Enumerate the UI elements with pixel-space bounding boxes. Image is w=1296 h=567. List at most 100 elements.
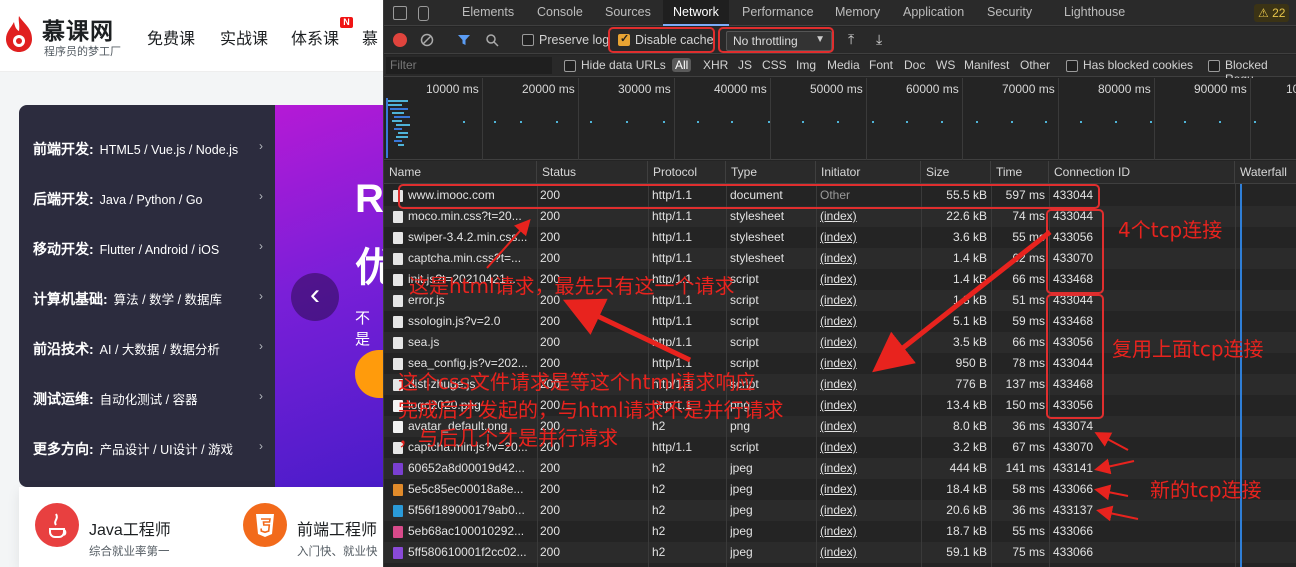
filter-type-manifest[interactable]: Manifest	[964, 58, 1009, 72]
filter-type-doc[interactable]: Doc	[904, 58, 925, 72]
filter-input[interactable]: Filter	[386, 57, 552, 74]
export-har-icon[interactable]: ⤓	[876, 31, 882, 48]
cell-initiator[interactable]: (index)	[820, 290, 916, 311]
tab-security[interactable]: Security	[977, 0, 1042, 26]
column-header-type[interactable]: Type	[726, 161, 816, 184]
nav-more[interactable]: 慕	[362, 25, 378, 49]
tab-console[interactable]: Console	[527, 0, 593, 26]
cell-initiator[interactable]: (index)	[820, 353, 916, 374]
preserve-log-label[interactable]: Preserve log	[539, 33, 609, 47]
filter-type-xhr[interactable]: XHR	[703, 58, 728, 72]
logo-flame-icon[interactable]	[2, 14, 36, 54]
annotation-reuse-tcp: 复用上面tcp连接	[1112, 337, 1264, 361]
cell-name[interactable]: 5e5c85ec00018a8e...	[408, 479, 534, 500]
category-backend[interactable]: 后端开发: Java / Python / Go ›	[33, 189, 263, 209]
category-more[interactable]: 更多方向: 产品设计 / UI设计 / 游戏 ›	[33, 439, 263, 459]
cell-name[interactable]: captcha.min.css?t=...	[408, 248, 534, 269]
column-header-waterfall[interactable]: Waterfall	[1235, 161, 1296, 184]
filter-type-css[interactable]: CSS	[762, 58, 787, 72]
tab-application[interactable]: Application	[893, 0, 974, 26]
record-icon[interactable]	[393, 33, 407, 47]
cell-initiator[interactable]: (index)	[820, 479, 916, 500]
filter-type-img[interactable]: Img	[796, 58, 816, 72]
category-testing-ops[interactable]: 测试运维: 自动化测试 / 容器 ›	[33, 389, 263, 409]
inspect-element-icon[interactable]	[393, 6, 407, 20]
tab-sources[interactable]: Sources	[595, 0, 661, 26]
cell-name[interactable]: 60652a8d00019d42...	[408, 458, 534, 479]
cell-name[interactable]: 5ff580610001f2cc02...	[408, 542, 534, 563]
filter-type-js[interactable]: JS	[738, 58, 752, 72]
blocked-requests-checkbox[interactable]	[1208, 60, 1220, 72]
table-row[interactable]: captcha.min.css?t=... 200 http/1.1 styleshe…	[384, 248, 1296, 269]
filter-type-font[interactable]: Font	[869, 58, 893, 72]
cell-name[interactable]: ssologin.js?v=2.0	[408, 311, 534, 332]
category-mobile[interactable]: 移动开发: Flutter / Android / iOS ›	[33, 239, 263, 259]
cell-name[interactable]: 5eb68ac100010292...	[408, 521, 534, 542]
filter-funnel-icon[interactable]	[457, 33, 471, 47]
column-header-name[interactable]: Name	[384, 161, 537, 184]
overview-dot	[976, 121, 978, 123]
cell-initiator[interactable]: (index)	[820, 437, 916, 458]
nav-free-courses[interactable]: 免费课	[147, 25, 195, 49]
column-header-initiator[interactable]: Initiator	[816, 161, 921, 184]
cell-initiator[interactable]: (index)	[820, 395, 916, 416]
search-icon[interactable]	[485, 33, 499, 47]
logo-text[interactable]: 慕课网	[42, 12, 114, 46]
cell-initiator[interactable]: (index)	[820, 374, 916, 395]
filter-type-media[interactable]: Media	[827, 58, 860, 72]
timeline-overview[interactable]: 10000 ms 20000 ms 30000 ms 40000 ms 5000…	[384, 78, 1296, 160]
cell-initiator[interactable]: (index)	[820, 206, 916, 227]
cell-name[interactable]: swiper-3.4.2.min.css...	[408, 227, 534, 248]
column-header-time[interactable]: Time	[991, 161, 1049, 184]
tab-elements[interactable]: Elements	[452, 0, 524, 26]
career-title-frontend[interactable]: 前端工程师	[297, 516, 377, 540]
filter-type-other[interactable]: Other	[1020, 58, 1050, 72]
column-header-status[interactable]: Status	[537, 161, 648, 184]
cell-initiator[interactable]: (index)	[820, 416, 916, 437]
filter-type-all[interactable]: All	[672, 58, 692, 72]
cell-initiator[interactable]: (index)	[820, 332, 916, 353]
cell-name[interactable]: moco.min.css?t=20...	[408, 206, 534, 227]
category-frontier[interactable]: 前沿技术: AI / 大数据 / 数据分析 ›	[33, 339, 263, 359]
cell-initiator[interactable]: (index)	[820, 269, 916, 290]
table-row[interactable]: 5f56f189000179ab0... 200 h2 jpeg (index) 20.6…	[384, 500, 1296, 521]
filter-type-ws[interactable]: WS	[936, 58, 955, 72]
clear-icon[interactable]	[420, 33, 434, 47]
table-row[interactable]: 5ff580610001f2cc02... 200 h2 jpeg (index) 59.…	[384, 542, 1296, 563]
nav-system-courses[interactable]: 体系课	[291, 25, 339, 49]
has-blocked-cookies-checkbox[interactable]	[1066, 60, 1078, 72]
warning-count-badge[interactable]: ⚠ 22	[1254, 4, 1290, 22]
cell-initiator[interactable]: (index)	[820, 458, 916, 479]
cell-initiator[interactable]: (index)	[820, 248, 916, 269]
column-header-connection-id[interactable]: Connection ID	[1049, 161, 1235, 184]
hide-data-urls-label[interactable]: Hide data URLs	[581, 58, 666, 72]
category-cs-basics[interactable]: 计算机基础: 算法 / 数学 / 数据库 ›	[33, 289, 263, 309]
tab-memory[interactable]: Memory	[825, 0, 890, 26]
cell-name[interactable]: sea.js	[408, 332, 534, 353]
hide-data-urls-checkbox[interactable]	[564, 60, 576, 72]
overview-dot	[494, 121, 496, 123]
device-toolbar-icon[interactable]	[418, 6, 429, 21]
table-row[interactable]: ssologin.js?v=2.0 200 http/1.1 script (index…	[384, 311, 1296, 332]
column-header-protocol[interactable]: Protocol	[648, 161, 726, 184]
cell-initiator[interactable]: (index)	[820, 311, 916, 332]
overview-tick: 40000 ms	[714, 82, 767, 96]
cell-initiator[interactable]: (index)	[820, 521, 916, 542]
cell-initiator[interactable]: (index)	[820, 500, 916, 521]
career-title-java[interactable]: Java工程师	[89, 516, 171, 540]
cell-initiator[interactable]: (index)	[820, 227, 916, 248]
tab-lighthouse[interactable]: Lighthouse	[1054, 0, 1135, 26]
column-header-size[interactable]: Size	[921, 161, 991, 184]
nav-practical-courses[interactable]: 实战课	[220, 25, 268, 49]
tab-network[interactable]: Network	[663, 0, 729, 26]
has-blocked-cookies-label[interactable]: Has blocked cookies	[1083, 58, 1193, 72]
category-frontend[interactable]: 前端开发: HTML5 / Vue.js / Node.js ›	[33, 139, 263, 159]
banner-cta-button[interactable]	[355, 350, 383, 398]
carousel-prev-button[interactable]: ‹	[291, 273, 339, 321]
preserve-log-checkbox[interactable]	[522, 34, 534, 46]
cell-initiator[interactable]: (index)	[820, 542, 916, 563]
cell-name[interactable]: 5f56f189000179ab0...	[408, 500, 534, 521]
table-row[interactable]: 5eb68ac100010292... 200 h2 jpeg (index) 18.7 …	[384, 521, 1296, 542]
import-har-icon[interactable]: ⤒	[848, 31, 854, 48]
tab-performance[interactable]: Performance	[732, 0, 824, 26]
